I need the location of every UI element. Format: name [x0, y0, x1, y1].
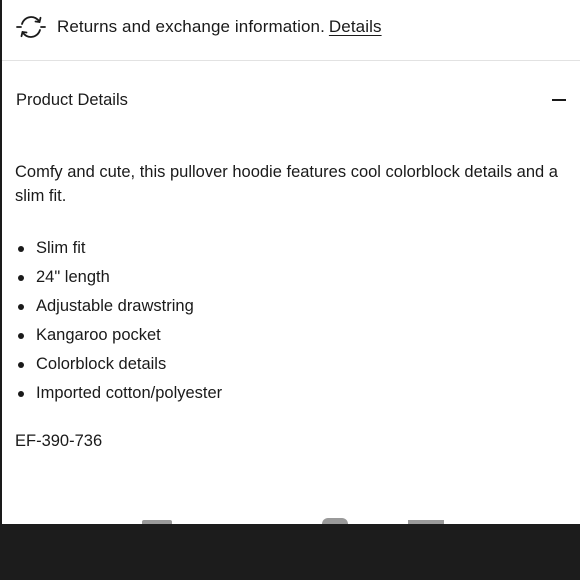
product-description: Comfy and cute, this pullover hoodie fea…	[15, 163, 558, 205]
product-sku: EF-390-736	[15, 432, 103, 450]
feature-list: Slim fit 24" length Adjustable drawstrin…	[15, 234, 222, 408]
bottom-navigation-bar	[0, 524, 580, 580]
bullet-icon	[18, 390, 24, 397]
bullet-icon	[18, 274, 24, 281]
returns-text: Returns and exchange information.	[57, 17, 325, 36]
list-item: Imported cotton/polyester	[15, 379, 222, 408]
feature-text: Adjustable drawstring	[36, 297, 194, 315]
product-details-page: Returns and exchange information. Detail…	[0, 0, 580, 580]
left-edge-border	[0, 0, 2, 524]
feature-text: Imported cotton/polyester	[36, 384, 223, 402]
bullet-icon	[18, 361, 24, 368]
bullet-icon	[18, 245, 24, 252]
feature-text: Slim fit	[36, 239, 86, 257]
feature-text: Colorblock details	[36, 355, 167, 373]
exchange-arrows-icon	[16, 12, 46, 42]
list-item: Kangaroo pocket	[15, 321, 222, 350]
returns-info-row: Returns and exchange information. Detail…	[16, 12, 382, 42]
minus-icon[interactable]	[552, 93, 566, 107]
feature-text: Kangaroo pocket	[36, 326, 161, 344]
returns-details-link[interactable]: Details	[329, 17, 382, 37]
list-item: 24" length	[15, 263, 222, 292]
bullet-icon	[18, 332, 24, 339]
list-item: Slim fit	[15, 234, 222, 263]
bullet-icon	[18, 303, 24, 310]
list-item: Colorblock details	[15, 350, 222, 379]
divider	[2, 60, 580, 61]
accordion-title: Product Details	[16, 90, 128, 109]
product-details-accordion-header[interactable]: Product Details	[16, 86, 566, 114]
list-item: Adjustable drawstring	[15, 292, 222, 321]
feature-text: 24" length	[36, 268, 110, 286]
